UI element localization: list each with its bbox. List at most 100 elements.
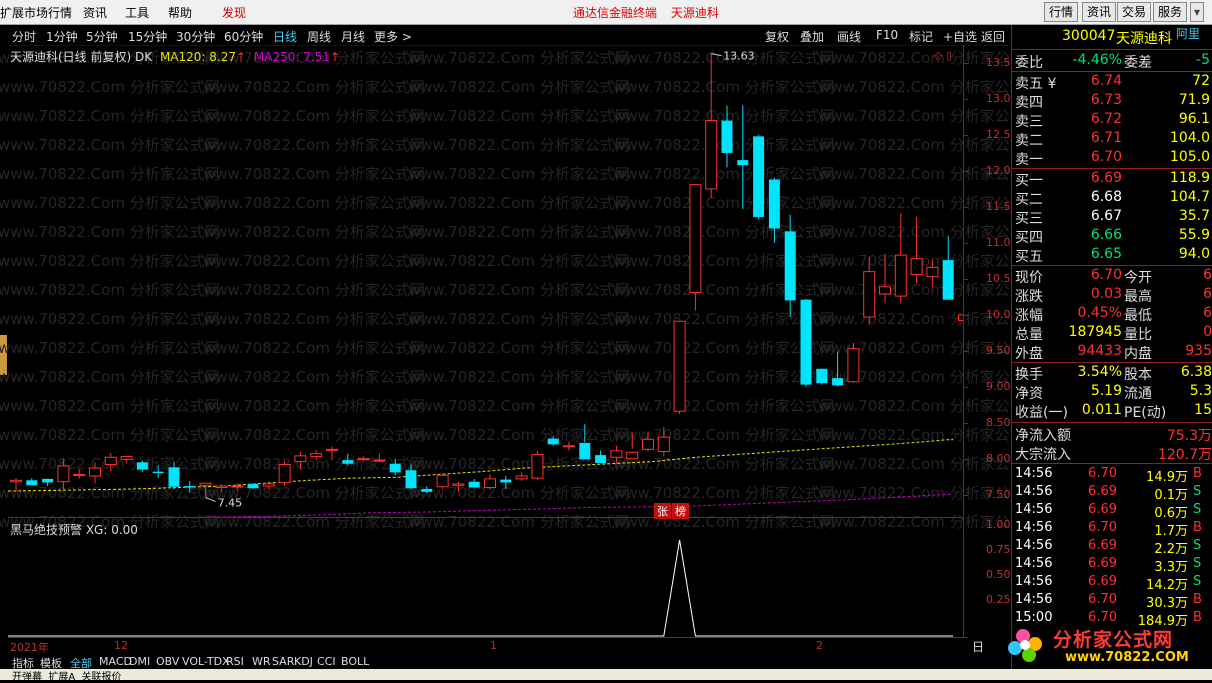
price-tick-mark	[964, 134, 968, 136]
bid-row[interactable]: 买三 6.67 35.7	[1012, 208, 1212, 227]
indicator-chart[interactable]: 黑马绝技预警 XG: 0.00	[8, 517, 963, 638]
price-tick-label: 9.50	[986, 343, 1011, 357]
weibi-value: -4.46%	[1072, 52, 1122, 68]
period-60min[interactable]: 60分钟	[224, 28, 263, 45]
menu-tools[interactable]: 工具	[125, 4, 149, 21]
candlestick-chart[interactable]: www.70822.Com 分析家公式网 www.70822.Com 分析家公式网…	[0, 45, 1040, 531]
news-button[interactable]: 资讯	[1082, 2, 1117, 22]
indicator-tab[interactable]: VOL-TDX	[182, 655, 230, 668]
bid-row[interactable]: 买一 6.69 118.9	[1012, 170, 1212, 189]
indicator-tab[interactable]: MACD	[99, 655, 132, 668]
candle-body	[262, 483, 275, 487]
ask-row[interactable]: 卖五 ¥ 6.74 72	[1012, 73, 1212, 92]
candle-body	[816, 368, 828, 384]
quote-button[interactable]: 行情	[1044, 2, 1079, 22]
tick-price: 6.70	[1088, 520, 1117, 535]
tick-time: 14:56	[1015, 592, 1053, 607]
tick-price: 6.70	[1088, 592, 1117, 607]
bid-volume: 94.0	[1178, 246, 1210, 262]
candle-body	[800, 299, 812, 385]
candle-body	[120, 456, 133, 460]
period-weekly[interactable]: 周线	[307, 28, 331, 45]
candle-body	[199, 482, 212, 486]
tick-side: B	[1193, 520, 1202, 535]
bid-row[interactable]: 买四 6.66 55.9	[1012, 227, 1212, 246]
period-more[interactable]: 更多 >	[374, 28, 412, 45]
ask-row[interactable]: 卖一 6.70 105.0	[1012, 149, 1212, 168]
ma120-label: MA120: 8.27	[159, 50, 236, 64]
price-tick-mark	[964, 422, 968, 424]
tick-side: S	[1193, 556, 1202, 571]
concept-tag[interactable]: 阿里	[1176, 25, 1200, 42]
candle-body	[879, 286, 891, 295]
service-button[interactable]: 服务	[1153, 2, 1188, 22]
tick-time: 14:56	[1015, 484, 1053, 499]
indicator-tab[interactable]: WR	[252, 655, 271, 668]
menu-discover[interactable]: 发现	[222, 4, 246, 21]
indicator-tab[interactable]: RSI	[226, 655, 244, 668]
chevron-down-icon[interactable]: ▾	[1190, 2, 1205, 22]
indicator-tab[interactable]: CCI	[317, 655, 336, 668]
stat-row: 涨跌 0.03 最高 6	[1012, 286, 1212, 305]
stat-value-2: 6	[1203, 286, 1212, 302]
candle-body	[89, 467, 101, 477]
stat-label-2: 内盘	[1124, 346, 1152, 362]
candle-body	[373, 459, 386, 462]
price-tick-mark	[964, 494, 968, 496]
menu-news[interactable]: 资讯	[83, 4, 107, 21]
period-toolbar: 分时 1分钟 5分钟 15分钟 30分钟 60分钟 日线 周线 月线 更多 > …	[8, 25, 1010, 46]
indicator-tab[interactable]: OBV	[156, 655, 179, 668]
candle-body	[468, 481, 480, 488]
menu-extended-market[interactable]: 扩展市场行情	[0, 4, 72, 21]
add-watchlist-button[interactable]: +自选	[943, 28, 977, 45]
ask-row[interactable]: 卖三 6.72 96.1	[1012, 111, 1212, 130]
period-30min[interactable]: 30分钟	[176, 28, 215, 45]
candle-body	[357, 458, 370, 461]
candle-body	[689, 184, 702, 294]
mark-button[interactable]: 标记	[909, 28, 933, 45]
stat-label-2: 最低	[1124, 308, 1152, 324]
bid-row[interactable]: 买二 6.68 104.7	[1012, 189, 1212, 208]
stock-code: 300047	[1062, 28, 1116, 44]
ask-row[interactable]: 卖四 6.73 71.9	[1012, 92, 1212, 111]
indicator-tab[interactable]: KDJ	[294, 655, 313, 668]
f10-button[interactable]: F10	[876, 28, 898, 42]
candle-body	[721, 120, 733, 153]
menu-help[interactable]: 帮助	[168, 4, 192, 21]
bid-volume: 35.7	[1178, 208, 1210, 224]
indicator-tab[interactable]: DMI	[129, 655, 150, 668]
ask-price: 6.70	[1090, 149, 1122, 165]
period-1min[interactable]: 1分钟	[46, 28, 78, 45]
period-monthly[interactable]: 月线	[341, 28, 365, 45]
chart-title: 天源迪科(日线 前复权) DK	[10, 50, 153, 64]
period-intraday[interactable]: 分时	[12, 28, 36, 45]
tick-row: 14:56 6.69 3.3万 S	[1012, 556, 1212, 575]
weicha-value: -5	[1196, 52, 1210, 68]
ask-row[interactable]: 卖二 6.71 104.0	[1012, 130, 1212, 149]
bid-row[interactable]: 买五 6.65 94.0	[1012, 246, 1212, 265]
candle-body	[421, 488, 433, 492]
candle-body	[247, 483, 259, 489]
tick-side: B	[1193, 592, 1202, 607]
period-daily[interactable]: 日线	[273, 28, 297, 45]
draw-line-button[interactable]: 画线	[837, 28, 861, 45]
candle-body	[136, 462, 148, 470]
stock-name: 天源迪科	[1116, 31, 1172, 47]
period-15min[interactable]: 15分钟	[128, 28, 167, 45]
period-5min[interactable]: 5分钟	[86, 28, 118, 45]
candle-body	[626, 451, 639, 460]
restore-rights-button[interactable]: 复权	[765, 28, 789, 45]
logo-url: www.70822.COM	[1065, 650, 1189, 665]
tick-row: 14:56 6.69 14.2万 S	[1012, 574, 1212, 593]
indicator-tick-label: 1.00	[986, 518, 1011, 531]
candle-body	[215, 485, 228, 488]
chart-corner-icons[interactable]: ◇ ▯	[934, 49, 952, 62]
overlay-button[interactable]: 叠加	[800, 28, 824, 45]
tick-price: 6.69	[1088, 484, 1117, 499]
trade-button[interactable]: 交易	[1117, 2, 1152, 22]
back-button[interactable]: 返回	[981, 28, 1005, 45]
candle-body	[784, 231, 796, 301]
candle-body	[642, 438, 654, 450]
indicator-tab[interactable]: SAR	[272, 655, 294, 668]
indicator-tab[interactable]: BOLL	[341, 655, 369, 668]
